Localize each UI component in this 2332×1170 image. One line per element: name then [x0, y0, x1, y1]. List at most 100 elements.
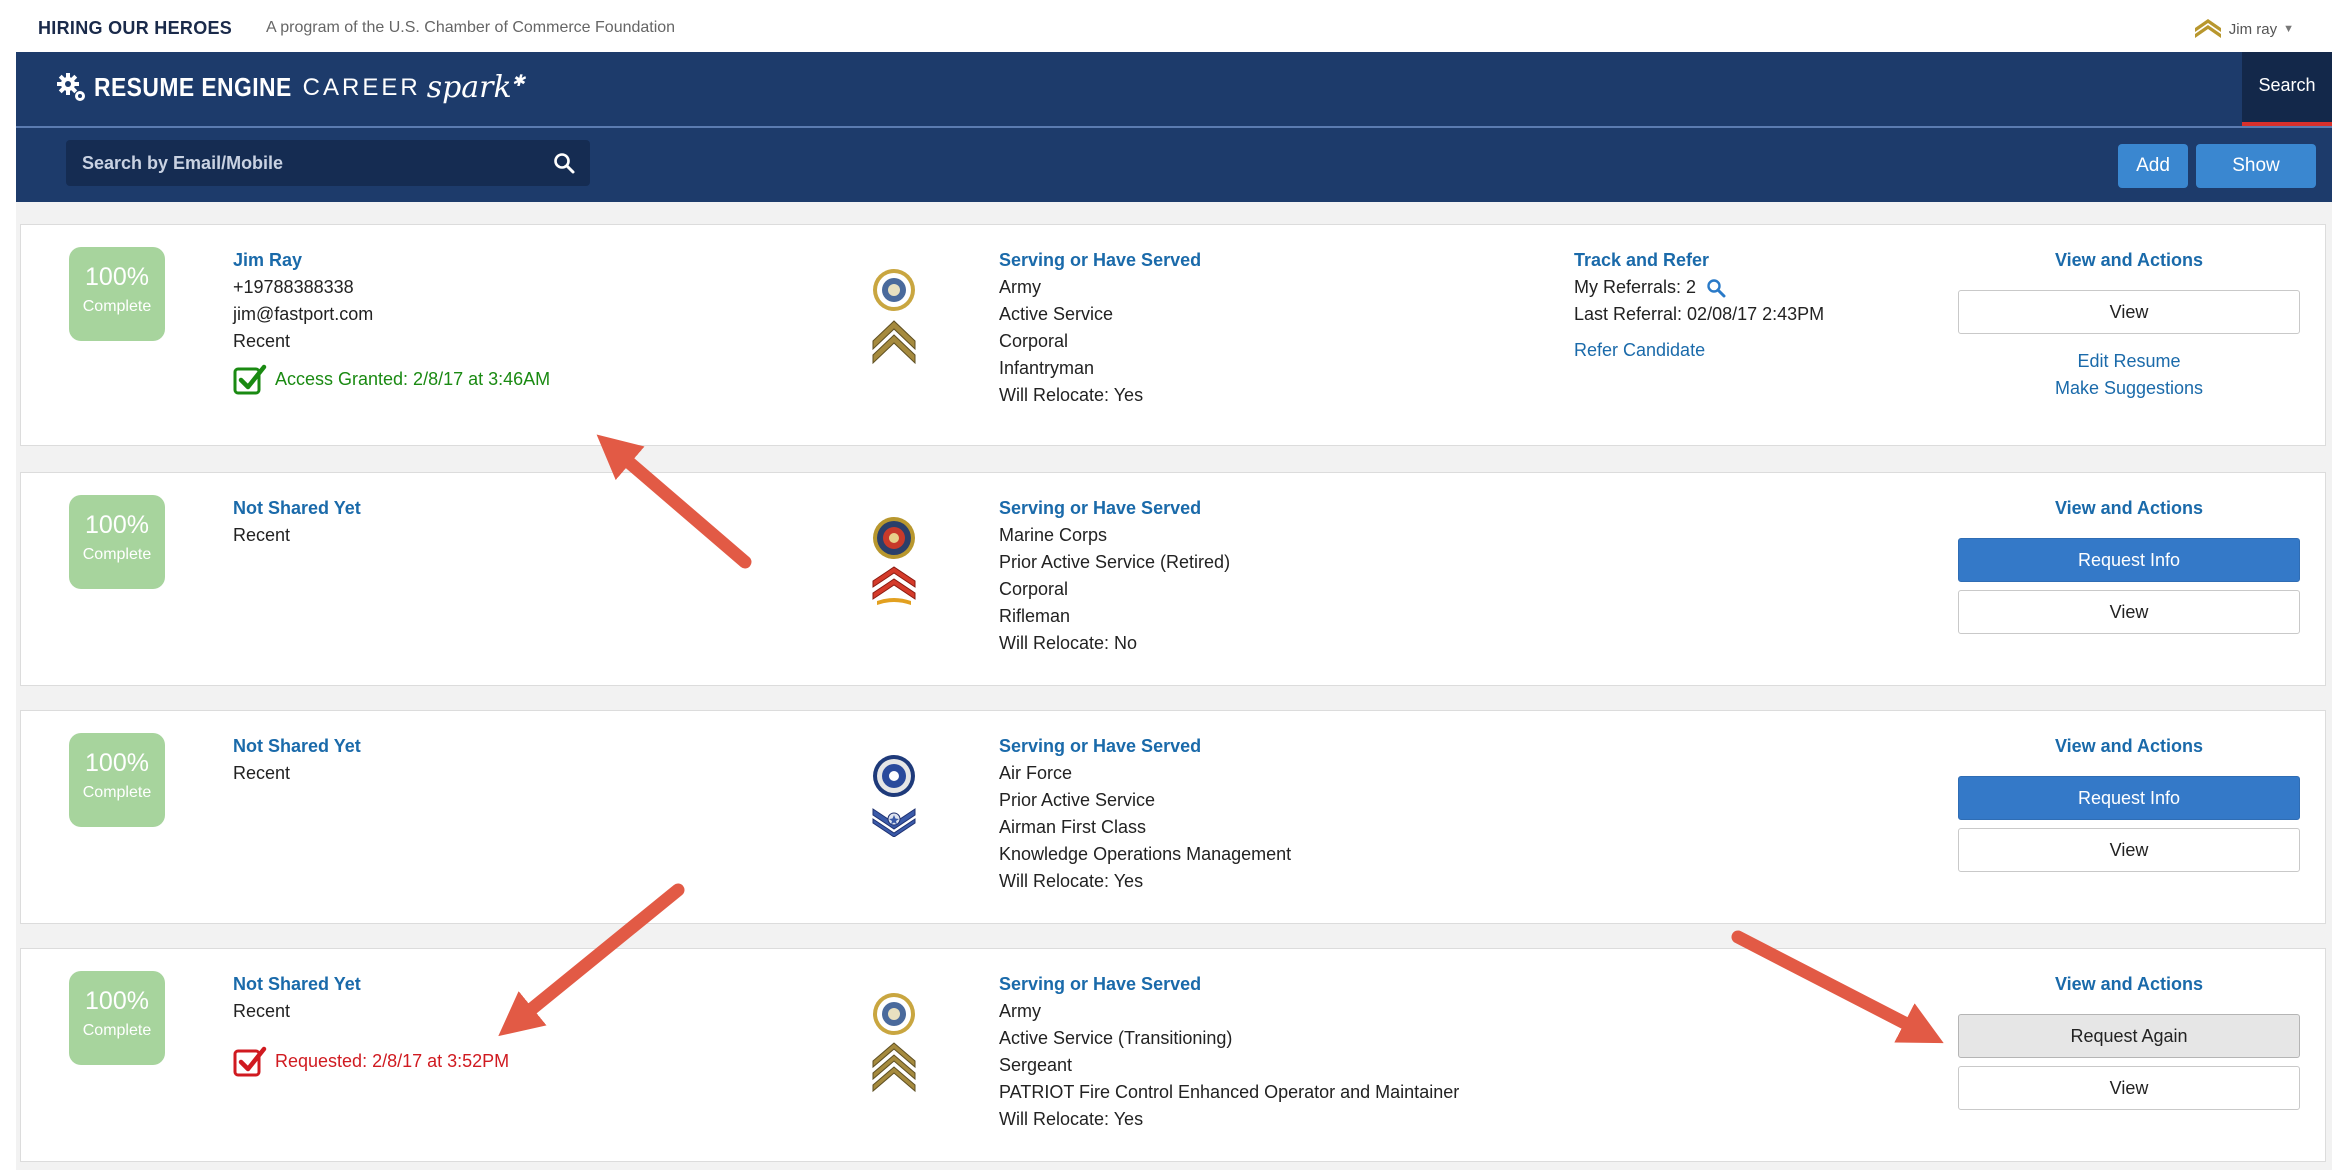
card-actions: View and Actions Request Info View — [1956, 495, 2302, 634]
completion-percent: 100% — [85, 511, 149, 539]
completion-label: Complete — [82, 784, 152, 801]
candidate-info: Not Shared Yet Recent Requested: 2/8/17 … — [233, 971, 833, 1077]
candidate-list: 100% Complete Jim Ray +19788388338 jim@f… — [16, 202, 2332, 1170]
candidate-card: 100% Complete Not Shared Yet Recent Serv… — [20, 472, 2326, 686]
candidate-recency: Recent — [233, 525, 291, 545]
candidate-recency: Recent — [233, 331, 291, 351]
completion-badge: 100% Complete — [69, 733, 165, 827]
service-info: Serving or Have Served Army Active Servi… — [999, 247, 1519, 409]
service-heading: Serving or Have Served — [999, 250, 1202, 270]
marine-corps-seal-icon — [873, 517, 915, 559]
brand-career: CAREER — [302, 73, 421, 101]
service-relocate: Will Relocate: Yes — [999, 871, 1144, 891]
completion-label: Complete — [82, 1022, 152, 1039]
candidate-name-link[interactable]: Not Shared Yet — [233, 971, 833, 998]
service-relocate: Will Relocate: Yes — [999, 1109, 1144, 1129]
candidate-card: 100% Complete Not Shared Yet Recent Serv… — [20, 710, 2326, 924]
add-button[interactable]: Add — [2118, 144, 2188, 188]
airman-stripes-icon — [872, 808, 916, 837]
completion-percent: 100% — [85, 749, 149, 777]
search-icon[interactable] — [552, 151, 576, 175]
completion-label: Complete — [82, 298, 152, 315]
make-suggestions-link[interactable]: Make Suggestions — [1956, 375, 2302, 402]
service-occupation: Infantryman — [999, 358, 1095, 378]
request-again-button[interactable]: Request Again — [1958, 1014, 2300, 1058]
view-button[interactable]: View — [1958, 828, 2300, 872]
tagline: A program of the U.S. Chamber of Commerc… — [266, 19, 676, 36]
search-bar: Add Show — [16, 128, 2332, 202]
actions-heading: View and Actions — [2054, 974, 2204, 994]
service-status: Active Service — [999, 304, 1114, 324]
service-rank: Airman First Class — [999, 817, 1147, 837]
actions-heading: View and Actions — [2054, 498, 2204, 518]
track-and-refer: Track and Refer My Referrals: 2 Last Ref… — [1574, 247, 1934, 364]
sergeant-chevron-icon — [872, 1042, 916, 1093]
actions-heading: View and Actions — [2054, 250, 2204, 270]
search-input[interactable] — [66, 140, 536, 186]
army-seal-icon — [873, 269, 915, 311]
view-button[interactable]: View — [1958, 590, 2300, 634]
candidate-recency: Recent — [233, 763, 291, 783]
hiring-our-heroes-logo[interactable]: HIRING OUR HEROES — [38, 18, 232, 39]
referrals-search-icon[interactable] — [1706, 278, 1726, 298]
user-name: Jim ray — [2228, 20, 2278, 38]
completion-badge: 100% Complete — [69, 247, 165, 341]
completion-percent: 100% — [85, 987, 149, 1015]
actions-heading: View and Actions — [2054, 736, 2204, 756]
user-menu[interactable]: Jim ray ▼ — [2193, 16, 2294, 42]
search-box — [66, 140, 590, 186]
edit-resume-link[interactable]: Edit Resume — [1956, 348, 2302, 375]
candidate-name-link[interactable]: Not Shared Yet — [233, 733, 833, 760]
request-info-button[interactable]: Request Info — [1958, 776, 2300, 820]
requested-text: Requested: 2/8/17 at 3:52PM — [275, 1050, 510, 1071]
card-actions: View and Actions Request Info View — [1956, 733, 2302, 872]
candidate-recency: Recent — [233, 1001, 291, 1021]
my-referrals: My Referrals: 2 — [1574, 274, 1934, 301]
service-occupation: Knowledge Operations Management — [999, 844, 1292, 864]
brand-resume-engine: RESUME ENGINE — [94, 72, 292, 102]
access-granted-text: Access Granted: 2/8/17 at 3:46AM — [275, 368, 551, 389]
gear-icon — [57, 72, 85, 101]
candidate-card: 100% Complete Not Shared Yet Recent Requ… — [20, 948, 2326, 1162]
green-checkbox-icon — [233, 364, 267, 395]
service-info: Serving or Have Served Air Force Prior A… — [999, 733, 1599, 895]
card-actions: View and Actions View Edit Resume Make S… — [1956, 247, 2302, 402]
army-seal-icon — [873, 993, 915, 1035]
candidate-info: Not Shared Yet Recent — [233, 733, 833, 787]
red-checkbox-icon — [233, 1046, 267, 1077]
service-occupation: PATRIOT Fire Control Enhanced Operator a… — [999, 1082, 1460, 1102]
service-status: Prior Active Service (Retired) — [999, 552, 1231, 572]
service-emblems — [867, 267, 921, 367]
service-heading: Serving or Have Served — [999, 498, 1202, 518]
completion-badge: 100% Complete — [69, 971, 165, 1065]
service-heading: Serving or Have Served — [999, 974, 1202, 994]
view-button[interactable]: View — [1958, 290, 2300, 334]
service-info: Serving or Have Served Army Active Servi… — [999, 971, 1619, 1133]
refer-candidate-link[interactable]: Refer Candidate — [1574, 337, 1934, 364]
tab-search[interactable]: Search — [2242, 52, 2332, 126]
service-rank: Corporal — [999, 331, 1069, 351]
candidate-info: Jim Ray +19788388338 jim@fastport.com Re… — [233, 247, 833, 395]
service-relocate: Will Relocate: Yes — [999, 385, 1144, 405]
service-rank: Corporal — [999, 579, 1069, 599]
completion-badge: 100% Complete — [69, 495, 165, 589]
request-info-button[interactable]: Request Info — [1958, 538, 2300, 582]
caret-down-icon: ▼ — [2283, 23, 2294, 35]
service-status: Prior Active Service — [999, 790, 1156, 810]
service-status: Active Service (Transitioning) — [999, 1028, 1233, 1048]
candidate-phone: +19788388338 — [233, 277, 354, 297]
candidate-name-link[interactable]: Jim Ray — [233, 247, 833, 274]
service-branch: Air Force — [999, 763, 1073, 783]
completion-percent: 100% — [85, 263, 149, 291]
view-button[interactable]: View — [1958, 1066, 2300, 1110]
last-referral: Last Referral: 02/08/17 2:43PM — [1574, 304, 1825, 324]
candidate-name-link[interactable]: Not Shared Yet — [233, 495, 833, 522]
brand-spark: spark✱ — [426, 70, 526, 105]
referrals-count: My Referrals: 2 — [1574, 277, 1697, 297]
show-button[interactable]: Show — [2196, 144, 2316, 188]
service-emblems — [867, 515, 921, 607]
top-strip: HIRING OUR HEROES A program of the U.S. … — [0, 0, 2332, 52]
access-status: Access Granted: 2/8/17 at 3:46AM — [233, 363, 833, 395]
candidate-info: Not Shared Yet Recent — [233, 495, 833, 549]
resume-engine-brand[interactable]: RESUME ENGINE CAREER spark✱ — [56, 70, 525, 105]
